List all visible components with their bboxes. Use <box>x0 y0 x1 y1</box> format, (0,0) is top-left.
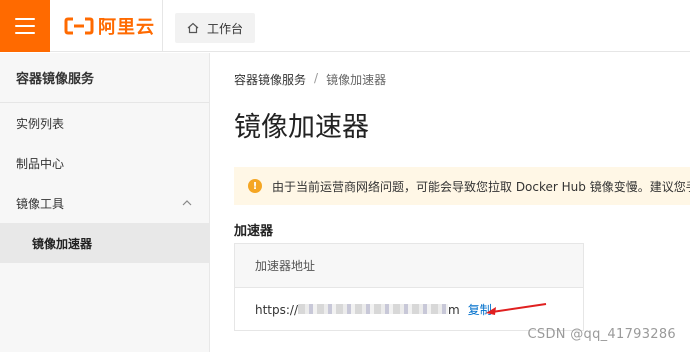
sidebar-item-label: 镜像加速器 <box>32 236 93 251</box>
menu-icon-line <box>15 18 35 20</box>
accelerator-table: 加速器地址 https://m 复制 <box>234 243 584 331</box>
aliyun-logo-icon <box>64 17 94 35</box>
aliyun-logo[interactable]: 阿里云 <box>64 14 155 38</box>
warning-icon: ! <box>248 179 262 193</box>
workbench-button[interactable]: 工作台 <box>175 13 256 43</box>
hamburger-menu-button[interactable] <box>0 0 50 52</box>
top-bar: 阿里云 工作台 <box>0 0 690 52</box>
sidebar-item-label: 制品中心 <box>16 156 65 171</box>
section-label: 加速器 <box>234 224 274 239</box>
url-suffix: m <box>448 302 460 317</box>
notice-banner: ! 由于当前运营商网络问题，可能会导致您拉取 Docker Hub 镜像变慢。建… <box>234 167 690 205</box>
sidebar-title: 容器镜像服务 <box>0 53 209 103</box>
page-title: 镜像加速器 <box>234 112 369 143</box>
masked-url <box>298 303 449 314</box>
home-icon <box>187 22 199 34</box>
breadcrumb-current: 镜像加速器 <box>326 73 387 87</box>
url-prefix: https:// <box>255 302 299 317</box>
workbench-label: 工作台 <box>207 21 244 36</box>
column-header-address: 加速器地址 <box>255 259 316 273</box>
sidebar-item-label: 镜像工具 <box>16 196 65 211</box>
sidebar-item-instances[interactable]: 实例列表 <box>0 103 209 143</box>
breadcrumb: 容器镜像服务 / 镜像加速器 <box>234 71 386 88</box>
sidebar-item-image-accelerator[interactable]: 镜像加速器 <box>0 223 209 263</box>
sidebar-item-artifact-center[interactable]: 制品中心 <box>0 143 209 183</box>
notice-text: 由于当前运营商网络问题，可能会导致您拉取 Docker Hub 镜像变慢。建议您… <box>272 179 690 194</box>
breadcrumb-link-registry[interactable]: 容器镜像服务 <box>234 71 306 88</box>
header-divider <box>162 0 163 52</box>
table-header: 加速器地址 <box>235 244 583 288</box>
breadcrumb-separator: / <box>314 71 319 85</box>
menu-icon-line <box>15 25 35 27</box>
main-content: 容器镜像服务 / 镜像加速器 镜像加速器 ! 由于当前运营商网络问题，可能会导致… <box>211 53 690 352</box>
chevron-up-icon <box>182 200 192 206</box>
sidebar-item-label: 实例列表 <box>16 116 65 131</box>
menu-icon-line <box>15 32 35 34</box>
accelerator-url[interactable]: https:// m <box>255 303 460 317</box>
sidebar-group-image-tools[interactable]: 镜像工具 <box>0 183 209 223</box>
red-arrow-annotation <box>486 303 547 315</box>
sidebar: 容器镜像服务 实例列表 制品中心 镜像工具 镜像加速器 <box>0 53 210 352</box>
logo-text: 阿里云 <box>98 17 155 38</box>
watermark: CSDN @qq_41793286 <box>527 327 676 342</box>
